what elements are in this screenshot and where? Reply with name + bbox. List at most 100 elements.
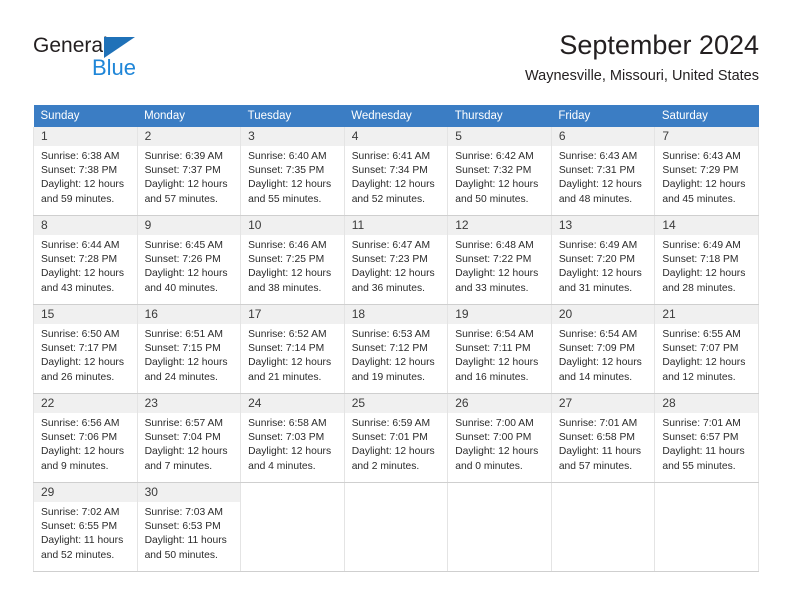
daylight-text-line1: Daylight: 11 hours xyxy=(144,535,227,547)
sunset-text: Sunset: 7:22 PM xyxy=(455,254,532,266)
daylight-text-line1: Daylight: 12 hours xyxy=(248,179,332,191)
day-cell[interactable]: 7 Sunrise: 6:43 AM Sunset: 7:29 PM Dayli… xyxy=(654,127,759,216)
daylight-text-line1: Daylight: 12 hours xyxy=(662,268,746,280)
day-cell[interactable]: 22 Sunrise: 6:56 AM Sunset: 7:06 PM Dayl… xyxy=(33,393,138,483)
weekday-header-saturday: Saturday xyxy=(654,105,759,127)
sunrise-text: Sunrise: 6:49 AM xyxy=(558,240,638,251)
day-info: Sunrise: 6:54 AM Sunset: 7:09 PM Dayligh… xyxy=(552,324,655,385)
daylight-text-line1: Daylight: 12 hours xyxy=(455,446,539,458)
day-cell-empty xyxy=(550,482,656,572)
day-cell[interactable]: 9 Sunrise: 6:45 AM Sunset: 7:26 PM Dayli… xyxy=(136,215,242,305)
day-cell[interactable]: 3 Sunrise: 6:40 AM Sunset: 7:35 PM Dayli… xyxy=(240,127,345,216)
day-number: 1 xyxy=(34,127,137,146)
day-cell[interactable]: 23 Sunrise: 6:57 AM Sunset: 7:04 PM Dayl… xyxy=(136,393,242,483)
daylight-text-line2: and 38 minutes. xyxy=(248,282,322,294)
sunset-text: Sunset: 7:17 PM xyxy=(41,343,118,355)
sunrise-text: Sunrise: 7:00 AM xyxy=(455,418,534,429)
day-number: 30 xyxy=(137,483,241,502)
day-cell[interactable]: 2 Sunrise: 6:39 AM Sunset: 7:37 PM Dayli… xyxy=(136,127,242,216)
daylight-text-line1: Daylight: 12 hours xyxy=(558,357,642,369)
calendar-page: General Blue September 2024 Waynesville,… xyxy=(0,0,792,612)
day-cell[interactable]: 20 Sunrise: 6:54 AM Sunset: 7:09 PM Dayl… xyxy=(550,304,656,394)
day-cell[interactable]: 4 Sunrise: 6:41 AM Sunset: 7:34 PM Dayli… xyxy=(343,127,449,216)
daylight-text-line2: and 16 minutes. xyxy=(455,371,529,383)
sunset-text: Sunset: 7:28 PM xyxy=(41,254,118,266)
day-cell[interactable]: 27 Sunrise: 7:01 AM Sunset: 6:58 PM Dayl… xyxy=(550,393,656,483)
day-cell[interactable]: 8 Sunrise: 6:44 AM Sunset: 7:28 PM Dayli… xyxy=(33,215,138,305)
daylight-text-line2: and 9 minutes. xyxy=(41,460,109,472)
day-cell[interactable]: 15 Sunrise: 6:50 AM Sunset: 7:17 PM Dayl… xyxy=(33,304,138,394)
sunset-text: Sunset: 7:31 PM xyxy=(558,165,635,177)
day-info: Sunrise: 7:03 AM Sunset: 6:53 PM Dayligh… xyxy=(138,502,241,563)
daylight-text-line1: Daylight: 12 hours xyxy=(248,357,332,369)
day-number: 20 xyxy=(551,305,655,324)
sunset-text: Sunset: 7:34 PM xyxy=(351,165,428,177)
sunrise-text: Sunrise: 6:51 AM xyxy=(144,329,223,340)
daylight-text-line1: Daylight: 12 hours xyxy=(351,268,435,280)
daylight-text-line2: and 28 minutes. xyxy=(662,282,736,294)
day-info: Sunrise: 7:02 AM Sunset: 6:55 PM Dayligh… xyxy=(34,502,137,563)
day-number: 5 xyxy=(448,127,551,146)
day-cell[interactable]: 11 Sunrise: 6:47 AM Sunset: 7:23 PM Dayl… xyxy=(343,215,449,305)
daylight-text-line1: Daylight: 12 hours xyxy=(351,357,435,369)
sunset-text: Sunset: 7:07 PM xyxy=(662,343,739,355)
day-number: 14 xyxy=(655,216,758,235)
day-cell[interactable]: 24 Sunrise: 6:58 AM Sunset: 7:03 PM Dayl… xyxy=(240,393,345,483)
day-cell-empty xyxy=(654,482,759,572)
day-cell[interactable]: 18 Sunrise: 6:53 AM Sunset: 7:12 PM Dayl… xyxy=(343,304,449,394)
sunrise-text: Sunrise: 6:52 AM xyxy=(248,329,327,340)
day-info: Sunrise: 7:01 AM Sunset: 6:57 PM Dayligh… xyxy=(655,413,758,474)
daylight-text-line2: and 7 minutes. xyxy=(144,460,213,472)
day-cell-empty xyxy=(447,482,552,572)
daylight-text-line1: Daylight: 11 hours xyxy=(558,446,642,458)
day-number: 27 xyxy=(551,394,655,413)
daylight-text-line1: Daylight: 12 hours xyxy=(41,179,124,191)
day-info: Sunrise: 6:41 AM Sunset: 7:34 PM Dayligh… xyxy=(345,146,448,207)
sunrise-text: Sunrise: 6:39 AM xyxy=(144,151,223,162)
daylight-text-line1: Daylight: 12 hours xyxy=(455,179,539,191)
day-info: Sunrise: 6:42 AM Sunset: 7:32 PM Dayligh… xyxy=(448,146,551,207)
daylight-text-line1: Daylight: 12 hours xyxy=(144,357,228,369)
day-cell[interactable]: 19 Sunrise: 6:54 AM Sunset: 7:11 PM Dayl… xyxy=(447,304,552,394)
day-info: Sunrise: 7:00 AM Sunset: 7:00 PM Dayligh… xyxy=(448,413,551,474)
day-cell[interactable]: 21 Sunrise: 6:55 AM Sunset: 7:07 PM Dayl… xyxy=(654,304,759,394)
day-number: 21 xyxy=(655,305,758,324)
daylight-text-line2: and 45 minutes. xyxy=(662,193,736,205)
day-cell[interactable]: 25 Sunrise: 6:59 AM Sunset: 7:01 PM Dayl… xyxy=(343,393,449,483)
daylight-text-line1: Daylight: 12 hours xyxy=(558,179,642,191)
sunset-text: Sunset: 7:25 PM xyxy=(248,254,325,266)
day-number: 10 xyxy=(241,216,344,235)
day-cell[interactable]: 17 Sunrise: 6:52 AM Sunset: 7:14 PM Dayl… xyxy=(240,304,345,394)
sunrise-text: Sunrise: 6:49 AM xyxy=(662,240,741,251)
day-cell[interactable]: 26 Sunrise: 7:00 AM Sunset: 7:00 PM Dayl… xyxy=(447,393,552,483)
day-cell[interactable]: 30 Sunrise: 7:03 AM Sunset: 6:53 PM Dayl… xyxy=(136,482,242,572)
sunset-text: Sunset: 7:26 PM xyxy=(144,254,221,266)
sunset-text: Sunset: 7:38 PM xyxy=(41,165,118,177)
sunrise-text: Sunrise: 6:53 AM xyxy=(351,329,431,340)
day-cell[interactable]: 12 Sunrise: 6:48 AM Sunset: 7:22 PM Dayl… xyxy=(447,215,552,305)
day-cell[interactable]: 28 Sunrise: 7:01 AM Sunset: 6:57 PM Dayl… xyxy=(654,393,759,483)
daylight-text-line1: Daylight: 11 hours xyxy=(41,535,124,547)
sunrise-text: Sunrise: 7:01 AM xyxy=(558,418,638,429)
sunrise-text: Sunrise: 6:43 AM xyxy=(662,151,741,162)
calendar-week-row: 1 Sunrise: 6:38 AM Sunset: 7:38 PM Dayli… xyxy=(33,127,759,216)
day-cell[interactable]: 13 Sunrise: 6:49 AM Sunset: 7:20 PM Dayl… xyxy=(550,215,656,305)
daylight-text-line2: and 33 minutes. xyxy=(455,282,529,294)
daylight-text-line2: and 36 minutes. xyxy=(351,282,425,294)
day-cell[interactable]: 6 Sunrise: 6:43 AM Sunset: 7:31 PM Dayli… xyxy=(550,127,656,216)
day-cell[interactable]: 10 Sunrise: 6:46 AM Sunset: 7:25 PM Dayl… xyxy=(240,215,345,305)
day-cell[interactable]: 29 Sunrise: 7:02 AM Sunset: 6:55 PM Dayl… xyxy=(33,482,138,572)
day-cell[interactable]: 16 Sunrise: 6:51 AM Sunset: 7:15 PM Dayl… xyxy=(136,304,242,394)
page-subtitle: Waynesville, Missouri, United States xyxy=(525,68,759,84)
sunset-text: Sunset: 6:55 PM xyxy=(41,521,118,533)
daylight-text-line2: and 14 minutes. xyxy=(558,371,633,383)
general-blue-logo[interactable]: General Blue xyxy=(33,34,213,90)
day-info: Sunrise: 6:39 AM Sunset: 7:37 PM Dayligh… xyxy=(138,146,241,207)
day-cell[interactable]: 1 Sunrise: 6:38 AM Sunset: 7:38 PM Dayli… xyxy=(33,127,138,216)
sunset-text: Sunset: 7:11 PM xyxy=(455,343,531,355)
logo-text-blue: Blue xyxy=(92,55,137,80)
daylight-text-line2: and 24 minutes. xyxy=(144,371,218,383)
day-cell[interactable]: 14 Sunrise: 6:49 AM Sunset: 7:18 PM Dayl… xyxy=(654,215,759,305)
daylight-text-line2: and 0 minutes. xyxy=(455,460,523,472)
day-cell[interactable]: 5 Sunrise: 6:42 AM Sunset: 7:32 PM Dayli… xyxy=(447,127,552,216)
